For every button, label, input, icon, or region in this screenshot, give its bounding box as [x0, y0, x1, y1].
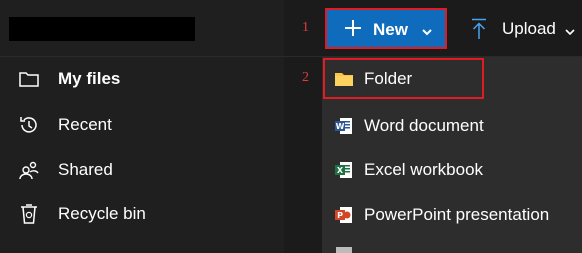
sidebar-item-my-files[interactable]: My files [0, 57, 284, 101]
menu-item-powerpoint-presentation[interactable]: P PowerPoint presentation [322, 193, 582, 237]
excel-icon: X [334, 160, 354, 180]
recycle-bin-icon [18, 203, 40, 225]
history-icon [18, 114, 40, 136]
step-marker-2: 2 [302, 70, 309, 85]
folder-highlight-box [323, 58, 484, 99]
powerpoint-icon: P [334, 205, 354, 225]
account-header [0, 0, 284, 57]
sidebar-item-label: Recycle bin [58, 204, 146, 223]
menu-item-label: Excel workbook [364, 160, 484, 179]
svg-text:W: W [336, 122, 345, 131]
chevron-down-icon [421, 24, 433, 36]
sidebar-item-label: My files [58, 69, 121, 88]
people-icon [18, 159, 40, 181]
new-button-label: New [373, 20, 408, 39]
word-icon: W [334, 116, 354, 136]
plus-icon [343, 18, 363, 38]
sidebar-item-shared[interactable]: Shared [0, 148, 284, 192]
sidebar-item-recent[interactable]: Recent [0, 103, 284, 147]
redacted-account-name [9, 17, 195, 41]
upload-icon [470, 18, 488, 40]
menu-item-excel-workbook[interactable]: X Excel workbook [322, 148, 582, 192]
sidebar-item-recycle-bin[interactable]: Recycle bin [0, 192, 284, 236]
step-marker-1: 1 [302, 20, 309, 35]
sidebar-item-label: Shared [58, 160, 113, 179]
new-button[interactable]: New [325, 8, 447, 49]
next-menu-item-icon-peek [336, 247, 352, 253]
sidebar: My files Recent Shared Recycle bin [0, 0, 284, 253]
upload-button-label: Upload [502, 19, 556, 38]
menu-item-word-document[interactable]: W Word document [322, 104, 582, 148]
sidebar-item-label: Recent [58, 115, 112, 134]
upload-button[interactable]: Upload [470, 16, 576, 42]
menu-item-label: PowerPoint presentation [364, 205, 550, 224]
svg-text:X: X [337, 166, 344, 175]
chevron-down-icon [564, 24, 576, 36]
folder-icon [18, 68, 40, 90]
menu-item-label: Word document [364, 116, 484, 135]
svg-text:P: P [337, 211, 343, 220]
